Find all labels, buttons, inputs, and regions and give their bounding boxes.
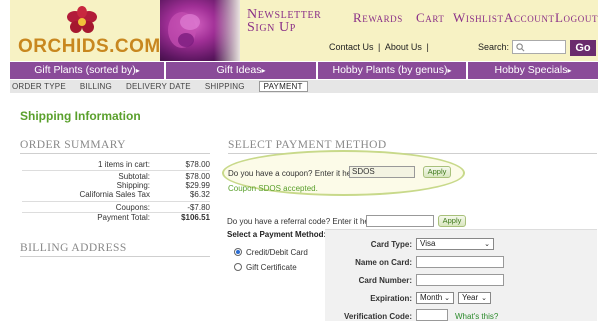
- search-go-button[interactable]: Go: [570, 40, 596, 56]
- about-us-link[interactable]: About Us: [385, 42, 422, 52]
- orchid-logo-icon: [67, 6, 97, 33]
- select-payment-method-label: Select a Payment Method:: [227, 230, 327, 239]
- expiration-label: Expiration:: [370, 294, 412, 303]
- link-separator: |: [426, 42, 429, 52]
- card-type-label: Card Type:: [370, 240, 412, 249]
- nav-wishlist[interactable]: Wishlist: [453, 10, 504, 26]
- menu-gift-ideas[interactable]: Gift Ideas▸: [166, 62, 318, 79]
- summary-value: $6.32: [189, 190, 210, 199]
- search-label: Search:: [478, 42, 510, 52]
- radio-label-credit-card[interactable]: Credit/Debit Card: [246, 248, 308, 257]
- card-type-value: Visa: [420, 239, 436, 248]
- menu-arrow-icon: ▸: [135, 66, 140, 75]
- step-order-type[interactable]: ORDER TYPE: [12, 82, 66, 91]
- step-delivery-date[interactable]: DELIVERY DATE: [126, 82, 191, 91]
- summary-label: California Sales Tax: [79, 190, 150, 199]
- search-icon: [516, 43, 525, 52]
- nav-newsletter[interactable]: Newsletter Sign Up: [247, 8, 332, 35]
- card-number-input[interactable]: [416, 274, 504, 286]
- link-separator: |: [378, 42, 381, 52]
- summary-row-shipping: Shipping: $29.99: [20, 181, 210, 190]
- main-menu: Gift Plants (sorted by)▸ Gift Ideas▸ Hob…: [10, 62, 598, 79]
- menu-arrow-icon: ▸: [567, 66, 572, 75]
- name-on-card-input[interactable]: [416, 256, 504, 268]
- orchid-bloom-icon: [168, 12, 200, 48]
- menu-label: Hobby Specials: [494, 64, 568, 76]
- summary-label: Subtotal:: [118, 172, 150, 181]
- expiration-month-value: Month: [420, 293, 443, 302]
- coupon-apply-button[interactable]: Apply: [423, 166, 451, 178]
- contact-us-link[interactable]: Contact Us: [329, 42, 374, 52]
- chevron-down-icon: ⌄: [481, 295, 487, 302]
- logo-text: ORCHIDS.COM: [18, 36, 161, 57]
- summary-row-subtotal: Subtotal: $78.00: [20, 172, 210, 181]
- coupon-accepted-message: Coupon SDOS accepted.: [228, 184, 318, 193]
- expiration-year-value: Year: [462, 293, 479, 302]
- radio-label-gift-certificate[interactable]: Gift Certificate: [246, 263, 297, 272]
- step-shipping[interactable]: SHIPPING: [205, 82, 245, 91]
- divider: [20, 153, 210, 154]
- nav-rewards[interactable]: Rewards: [353, 10, 403, 26]
- coupon-prompt: Do you have a coupon? Enter it here:: [228, 169, 361, 178]
- summary-row-items: 1 items in cart: $78.00: [20, 160, 210, 169]
- menu-hobby-plants[interactable]: Hobby Plants (by genus)▸: [318, 62, 468, 79]
- billing-address-heading: BILLING ADDRESS: [20, 242, 127, 254]
- chevron-down-icon: ⌄: [484, 241, 490, 248]
- verification-code-input[interactable]: [416, 309, 448, 321]
- card-type-select[interactable]: Visa ⌄: [416, 238, 494, 250]
- radio-gift-certificate[interactable]: [234, 263, 242, 271]
- name-on-card-label: Name on Card:: [355, 258, 412, 267]
- summary-label: Payment Total:: [97, 213, 150, 222]
- referral-prompt: Do you have a referral code? Enter it he…: [227, 217, 379, 226]
- header-sub-links: Contact Us | About Us |: [328, 42, 430, 52]
- search-box[interactable]: [512, 40, 566, 54]
- summary-label: Coupons:: [115, 203, 150, 212]
- summary-label: 1 items in cart:: [97, 160, 150, 169]
- order-summary-heading: ORDER SUMMARY: [20, 139, 126, 151]
- referral-apply-button[interactable]: Apply: [438, 215, 466, 227]
- card-number-label: Card Number:: [358, 276, 412, 285]
- site-logo[interactable]: ORCHIDS.COM: [10, 0, 160, 61]
- menu-label: Hobby Plants (by genus): [332, 64, 448, 76]
- expiration-year-select[interactable]: Year ⌄: [458, 292, 491, 304]
- summary-row-tax: California Sales Tax $6.32: [20, 190, 210, 199]
- expiration-month-select[interactable]: Month ⌄: [416, 292, 454, 304]
- site-header: ORCHIDS.COM Newsletter Sign Up Rewards C…: [10, 0, 598, 61]
- divider: [20, 256, 210, 257]
- referral-input[interactable]: [366, 215, 434, 227]
- divider: [22, 170, 210, 171]
- nav-cart[interactable]: Cart: [416, 10, 445, 26]
- summary-label: Shipping:: [116, 181, 150, 190]
- summary-row-total: Payment Total: $106.51: [20, 213, 210, 222]
- payment-method-heading: SELECT PAYMENT METHOD: [228, 139, 387, 151]
- summary-value: $29.99: [185, 181, 210, 190]
- step-payment[interactable]: PAYMENT: [258, 81, 308, 92]
- chevron-down-icon: ⌄: [444, 295, 450, 302]
- menu-arrow-icon: ▸: [261, 66, 266, 75]
- divider: [22, 201, 210, 202]
- summary-value: -$7.80: [187, 203, 210, 212]
- orchid-photo: [160, 0, 240, 61]
- menu-arrow-icon: ▸: [447, 66, 452, 75]
- step-billing[interactable]: BILLING: [80, 82, 112, 91]
- nav-logout[interactable]: Logout: [555, 10, 598, 26]
- menu-hobby-specials[interactable]: Hobby Specials▸: [468, 62, 598, 79]
- coupon-input[interactable]: SDOS: [349, 166, 415, 178]
- radio-credit-card[interactable]: [234, 248, 242, 256]
- menu-label: Gift Ideas: [216, 64, 262, 76]
- nav-account[interactable]: Account: [504, 10, 555, 26]
- page-title: Shipping Information: [20, 109, 141, 123]
- whats-this-link[interactable]: What's this?: [455, 312, 498, 321]
- summary-row-coupons: Coupons: -$7.80: [20, 203, 210, 212]
- summary-value: $106.51: [181, 213, 210, 222]
- checkout-steps: ORDER TYPE BILLING DELIVERY DATE SHIPPIN…: [10, 80, 598, 93]
- summary-value: $78.00: [185, 160, 210, 169]
- summary-value: $78.00: [185, 172, 210, 181]
- verification-code-label: Verification Code:: [343, 312, 412, 321]
- menu-gift-plants[interactable]: Gift Plants (sorted by)▸: [10, 62, 166, 79]
- menu-label: Gift Plants (sorted by): [34, 64, 136, 76]
